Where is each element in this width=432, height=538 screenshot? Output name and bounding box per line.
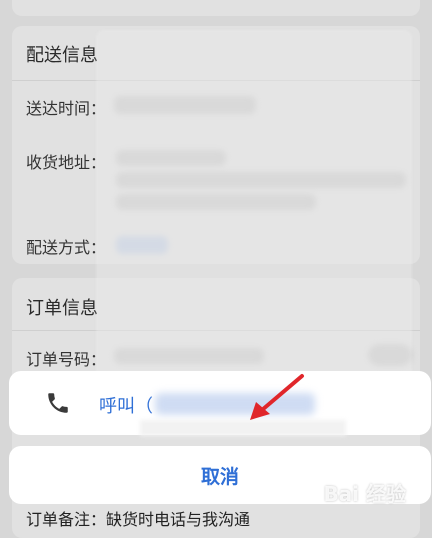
red-arrow-icon	[250, 374, 304, 420]
phone-icon	[48, 393, 68, 413]
delivery-time-label: 送达时间：	[26, 99, 107, 118]
order-remark-row: 订单备注：缺货时电话与我沟通	[26, 506, 250, 530]
delivery-section-title: 配送信息	[26, 45, 98, 66]
order-number-label: 订单号码：	[26, 350, 107, 369]
order-remark-value: 缺货时电话与我沟通	[106, 510, 251, 529]
top-card	[12, 0, 420, 16]
blurred-overlay	[96, 30, 412, 378]
order-section-title: 订单信息	[26, 298, 98, 319]
call-option-label: 呼叫（	[99, 396, 153, 417]
delivery-address-label: 收货地址：	[26, 153, 107, 172]
watermark: Bai 经验	[323, 482, 406, 506]
order-remark-label: 订单备注：	[26, 510, 107, 529]
delivery-method-label: 配送方式：	[26, 238, 107, 257]
